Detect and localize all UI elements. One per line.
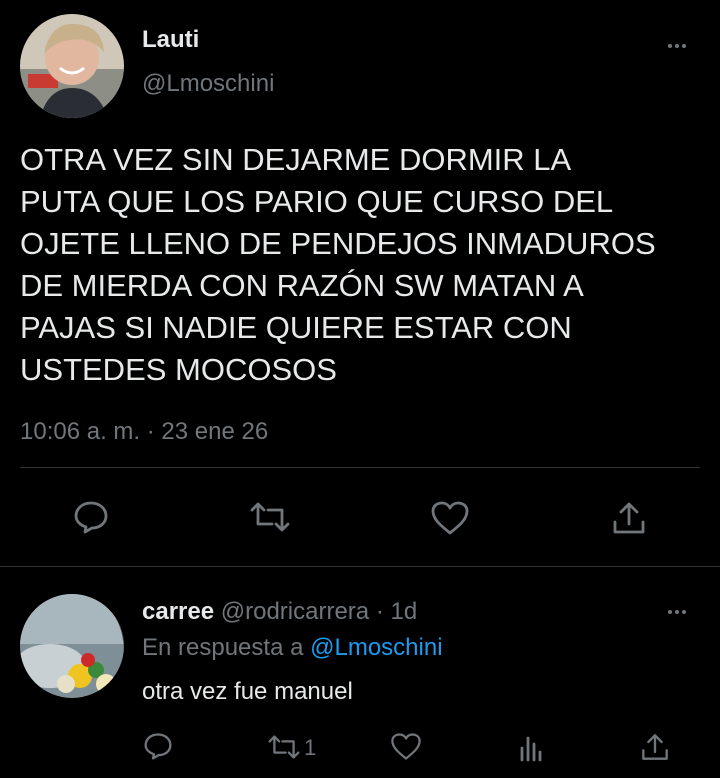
reply-like-icon[interactable]	[390, 732, 422, 761]
reply-handle-time[interactable]: @rodricarrera · 1d	[221, 598, 417, 625]
share-icon[interactable]	[611, 500, 647, 536]
tweet-text-line: PUTA QUE LOS PARIO QUE CURSO DEL	[20, 184, 614, 219]
tweet-text-line: USTEDES MOCOSOS	[20, 352, 337, 387]
replying-to-handle[interactable]: @Lmoschini	[310, 634, 442, 661]
reply-reply-icon[interactable]	[143, 732, 173, 760]
tweet-text-line: PAJAS SI NADIE QUIERE ESTAR CON	[20, 310, 572, 345]
reply-retweet-count: 1	[304, 735, 317, 760]
tweet-text-line: OJETE LLENO DE PENDEJOS INMADUROS	[20, 226, 656, 261]
tweet-text: OTRA VEZ SIN DEJARME DORMIR LA PUTA QUE …	[20, 139, 656, 391]
reply-icon[interactable]	[73, 500, 109, 534]
like-icon[interactable]	[430, 500, 470, 536]
reply-header: carree @rodricarrera · 1d	[142, 598, 417, 626]
reply-author-avatar[interactable]	[20, 594, 124, 698]
reply-author-name[interactable]: carree	[142, 598, 214, 625]
reply-more-options-icon[interactable]	[668, 610, 686, 614]
more-options-icon[interactable]	[668, 44, 686, 48]
author-name[interactable]: Lauti	[142, 26, 199, 54]
reply-views-icon[interactable]	[518, 734, 546, 762]
divider	[0, 566, 720, 567]
author-avatar[interactable]	[20, 14, 124, 118]
divider	[20, 467, 700, 468]
retweet-icon[interactable]	[248, 502, 292, 532]
tweet-timestamp[interactable]: 10:06 a. m. · 23 ene 26	[20, 418, 268, 446]
reply-retweet-icon[interactable]	[266, 735, 302, 759]
author-handle[interactable]: @Lmoschini	[142, 70, 274, 98]
reply-text: otra vez fue manuel	[142, 678, 353, 705]
reply-share-icon[interactable]	[640, 732, 670, 762]
replying-to-label: En respuesta a	[142, 634, 304, 661]
tweet-text-line: OTRA VEZ SIN DEJARME DORMIR LA	[20, 142, 572, 177]
tweet-text-line: DE MIERDA CON RAZÓN SW MATAN A	[20, 268, 584, 303]
replying-to: En respuesta a @Lmoschini	[142, 634, 443, 662]
